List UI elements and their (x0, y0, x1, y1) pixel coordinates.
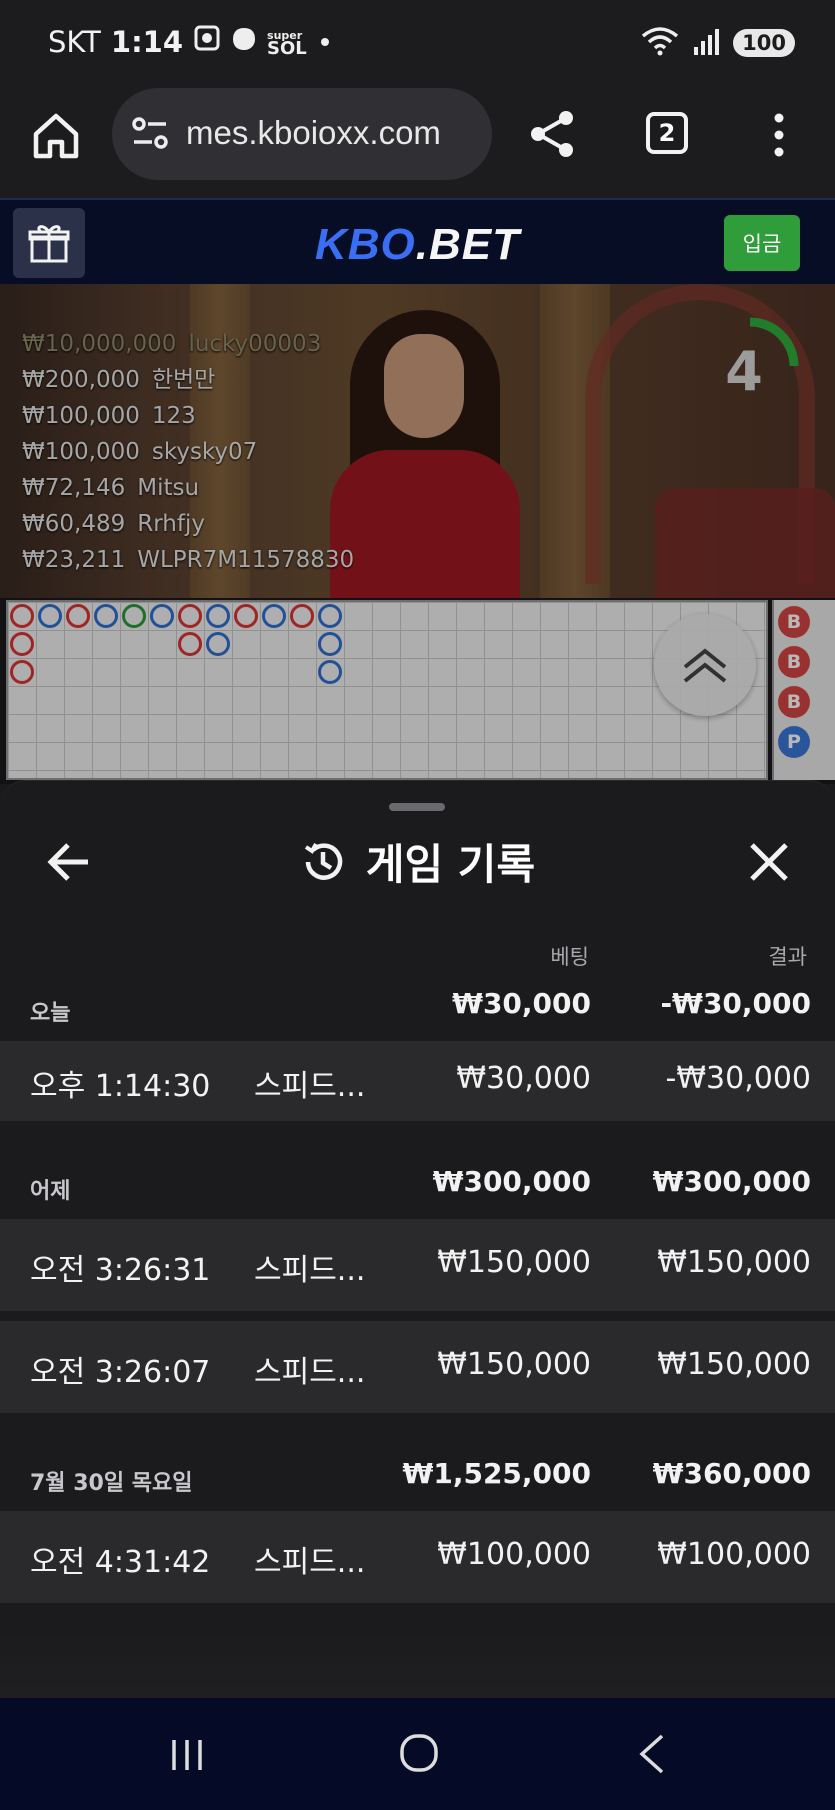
browser-home-button[interactable] (30, 110, 82, 162)
record-bet: ₩100,000 (437, 1537, 591, 1572)
screenshot-icon (193, 24, 221, 59)
record-time: 오전 3:26:31 (30, 1253, 211, 1288)
chevron-left-icon (639, 1734, 664, 1774)
column-headers: 베팅 결과 (0, 941, 835, 971)
share-button[interactable] (526, 108, 578, 160)
browser-toolbar: mes.kboioxx.com 2 (0, 88, 835, 198)
record-bet: ₩150,000 (437, 1347, 591, 1382)
record-time: 오전 4:31:42 (30, 1545, 211, 1580)
history-icon (304, 842, 343, 880)
home-circle-icon (400, 1734, 438, 1772)
record-result: -₩30,000 (665, 1061, 811, 1096)
logo-bet: .BET (415, 220, 520, 269)
more-vert-icon (774, 113, 784, 157)
record-game: 스피드... (254, 1069, 366, 1104)
carrier-label: SKT (48, 24, 101, 59)
home-icon (33, 113, 79, 159)
sheet-drag-handle[interactable] (389, 803, 445, 811)
record-game: 스피드... (254, 1253, 366, 1288)
record-result: ₩150,000 (657, 1245, 811, 1280)
record-result: ₩100,000 (657, 1537, 811, 1572)
url-text: mes.kboioxx.com (186, 114, 441, 151)
group-result-total: ₩360,000 (652, 1457, 811, 1490)
record-result: ₩150,000 (657, 1347, 811, 1382)
history-record[interactable]: 오후 1:14:30 스피드... ₩30,000 -₩30,000 (0, 1041, 835, 1121)
group-bet-total: ₩300,000 (432, 1165, 591, 1198)
group-bet-total: ₩1,525,000 (402, 1457, 591, 1490)
system-nav-bar (0, 1698, 835, 1810)
recent-apps-button[interactable] (168, 1736, 206, 1774)
wifi-icon (641, 26, 679, 60)
record-bet: ₩30,000 (456, 1061, 591, 1096)
tab-count: 2 (658, 119, 676, 147)
game-history-sheet: 게임 기록 베팅 결과 오늘 ₩30,000 -₩30,000 오후 1:14:… (0, 780, 835, 1698)
address-bar[interactable]: mes.kboioxx.com (112, 88, 492, 180)
group-date: 어제 (30, 1179, 71, 1204)
record-game: 스피드... (254, 1355, 366, 1390)
col-header-bet: 베팅 (550, 945, 589, 969)
history-record[interactable]: 오전 4:31:42 스피드... ₩100,000 ₩100,000 (0, 1511, 835, 1603)
close-button[interactable] (744, 837, 794, 887)
back-nav-button[interactable] (636, 1732, 668, 1776)
list-fade-overflow (0, 1631, 835, 1698)
modal-backdrop[interactable] (0, 284, 835, 784)
more-notifications-dot (320, 37, 329, 46)
signal-icon (693, 27, 720, 59)
battery-indicator: 100 (733, 29, 795, 57)
status-right: 100 (641, 26, 795, 60)
logo-kbo: KBO (314, 220, 416, 269)
record-bet: ₩150,000 (437, 1245, 591, 1280)
share-icon (531, 111, 573, 157)
clock: 1:14 (110, 24, 184, 59)
group-result-total: ₩300,000 (652, 1165, 811, 1198)
tab-switcher-button[interactable]: 2 (646, 112, 688, 154)
deposit-button[interactable]: 입금 (724, 215, 800, 271)
group-bet-total: ₩30,000 (452, 987, 591, 1020)
group-date: 오늘 (30, 1001, 71, 1026)
super-sol-icon: super SOL (267, 28, 307, 59)
site-header: KBO.BET 입금 (0, 198, 835, 284)
status-left: SKT 1:14 super SOL (48, 24, 329, 59)
recents-icon (172, 1740, 202, 1770)
group-result-total: -₩30,000 (660, 987, 811, 1020)
date-group-header: 어제 ₩300,000 ₩300,000 (0, 1159, 835, 1209)
record-game: 스피드... (254, 1545, 366, 1580)
sheet-header: 게임 기록 (0, 831, 835, 892)
group-date: 7월 30일 목요일 (30, 1471, 193, 1496)
browser-menu-button[interactable] (762, 110, 796, 160)
history-record[interactable]: 오전 3:26:07 스피드... ₩150,000 ₩150,000 (0, 1321, 835, 1413)
date-group-header: 오늘 ₩30,000 -₩30,000 (0, 981, 835, 1031)
notification-blob-icon (231, 25, 257, 59)
history-record[interactable]: 오전 3:26:31 스피드... ₩150,000 ₩150,000 (0, 1219, 835, 1311)
record-time: 오전 3:26:07 (30, 1355, 211, 1390)
date-group-header: 7월 30일 목요일 ₩1,525,000 ₩360,000 (0, 1451, 835, 1501)
close-icon (750, 843, 788, 881)
col-header-result: 결과 (768, 945, 807, 969)
site-settings-icon[interactable] (130, 114, 170, 154)
home-nav-button[interactable] (398, 1732, 440, 1774)
record-time: 오후 1:14:30 (30, 1069, 211, 1104)
site-logo[interactable]: KBO.BET (0, 220, 835, 270)
status-bar: SKT 1:14 super SOL 100 (0, 0, 835, 88)
sheet-title: 게임 기록 (365, 840, 536, 889)
